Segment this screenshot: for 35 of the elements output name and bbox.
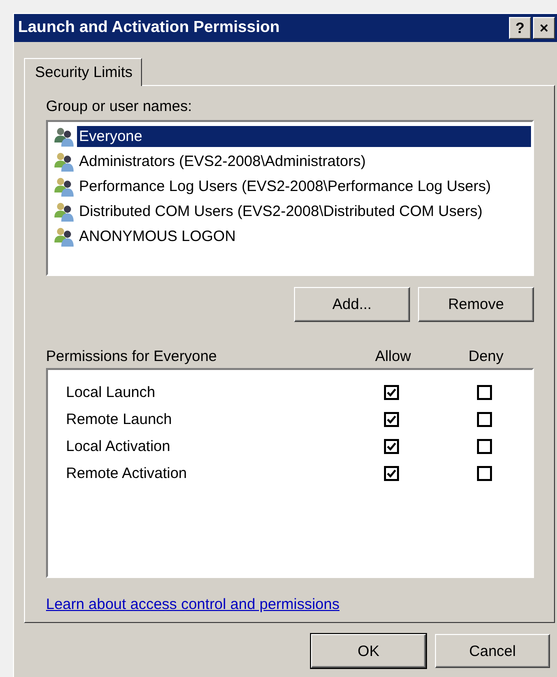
users-icon (53, 176, 75, 198)
column-header: Allow (374, 348, 412, 367)
user-list-item[interactable]: Distributed COM Users (EVS2-2008\Distributed COM Users) (77, 201, 531, 222)
help-link[interactable]: Learn about access control and permissions (46, 596, 340, 613)
group-label: Group or user names: (46, 98, 193, 117)
add-button[interactable]: Add... (294, 287, 410, 322)
help-button[interactable]: ? (509, 17, 531, 39)
user-list-item[interactable]: Performance Log Users (EVS2-2008\Performance Log Users) (77, 176, 531, 197)
ok-button[interactable]: OK (311, 634, 426, 668)
users-icon (53, 226, 75, 248)
users-icon (53, 126, 75, 148)
deny-checkbox[interactable] (476, 412, 492, 427)
user-list-item[interactable]: Everyone (77, 126, 531, 147)
window-title: Launch and Activation Permission (18, 19, 280, 37)
permission-name: Remote Launch (66, 411, 173, 428)
permissions-label: Permissions for Everyone (46, 348, 218, 367)
deny-checkbox[interactable] (476, 466, 492, 481)
remove-button[interactable]: Remove (418, 287, 534, 322)
close-button[interactable]: × (533, 17, 555, 39)
permission-name: Remote Activation (66, 465, 188, 482)
users-icon (53, 200, 75, 222)
permission-name: Local Activation (66, 438, 172, 455)
allow-checkbox[interactable] (384, 466, 398, 481)
allow-checkbox[interactable] (384, 439, 398, 454)
tab[interactable]: Security Limits (24, 58, 142, 86)
deny-checkbox[interactable] (476, 439, 492, 454)
allow-checkbox[interactable] (384, 412, 398, 427)
column-header: Deny (467, 348, 505, 367)
deny-checkbox[interactable] (476, 385, 492, 400)
allow-checkbox[interactable] (384, 385, 398, 400)
user-list-item[interactable]: Administrators (EVS2-2008\Administrators) (77, 151, 531, 172)
user-list-item[interactable]: ANONYMOUS LOGON (77, 226, 531, 247)
cancel-button[interactable]: Cancel (435, 634, 550, 668)
permission-name: Local Launch (66, 384, 156, 401)
users-icon (53, 150, 75, 172)
